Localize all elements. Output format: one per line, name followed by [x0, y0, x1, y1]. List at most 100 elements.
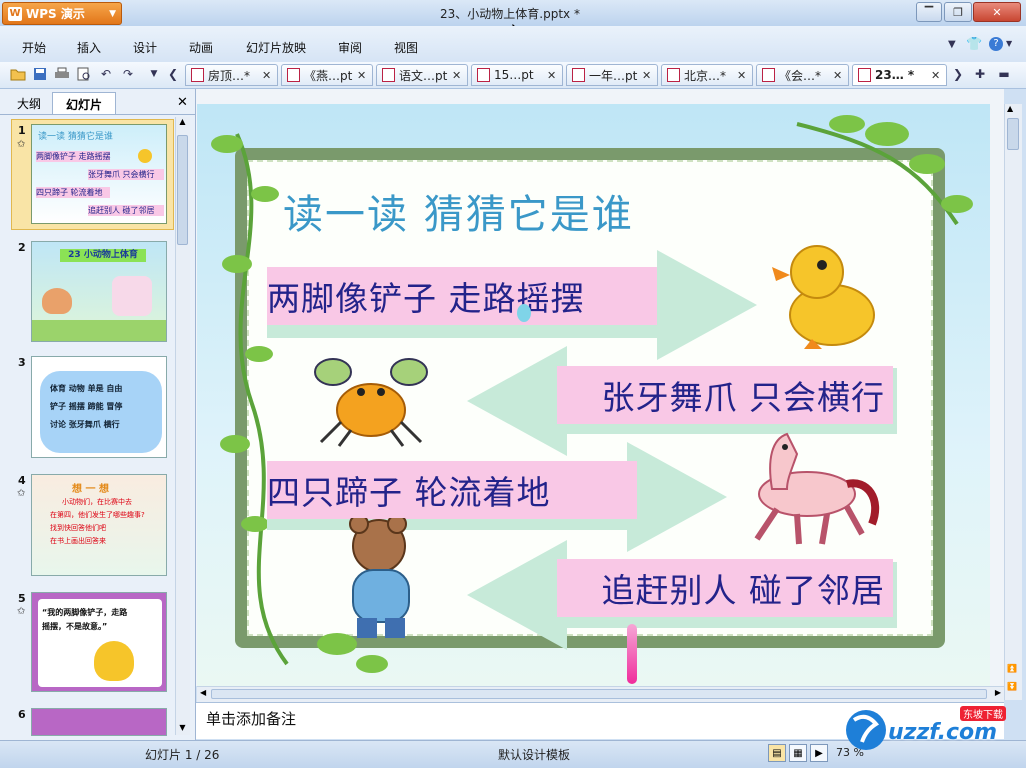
prev-slide-icon[interactable]: ⏫: [1007, 664, 1017, 673]
scroll-thumb[interactable]: [1007, 118, 1019, 150]
menu-home[interactable]: 开始: [22, 39, 46, 56]
tab-doc-6[interactable]: 北京…* ✕: [661, 64, 753, 86]
menu-animation[interactable]: 动画: [189, 39, 213, 56]
house-icon: [112, 276, 152, 316]
slide-number: 3: [18, 356, 26, 369]
site-watermark: 东坡下载 uzzf.com: [840, 702, 1020, 754]
slide-counter: 幻灯片 1 / 26: [145, 748, 220, 762]
slide-number: 2: [18, 241, 26, 254]
slide-thumbnail-2[interactable]: 23 小动物上体育: [31, 241, 167, 342]
tab-slides[interactable]: 幻灯片: [52, 92, 116, 115]
slide-thumbnail-4[interactable]: 想 一 想 小动物们，在比赛中去 在第四，他们发生了哪些趣事? 找到快回答他们吧…: [31, 474, 167, 576]
scroll-thumb[interactable]: [211, 689, 987, 699]
slide-thumbnail-5[interactable]: “我的两脚像铲子，走路 摇摆，不是故意。”: [31, 592, 167, 692]
ppt-file-icon: [762, 68, 775, 82]
redo-icon[interactable]: ↷: [120, 66, 136, 82]
tab-doc-active[interactable]: 23… * ✕: [852, 64, 947, 86]
scroll-up-icon[interactable]: ▲: [177, 117, 188, 129]
close-tab-icon[interactable]: ✕: [547, 69, 559, 82]
slide-number: 4: [18, 474, 26, 487]
menu-view[interactable]: 视图: [394, 39, 418, 56]
undo-icon[interactable]: ↶: [98, 66, 114, 82]
tab-scroll-left-icon[interactable]: ❮: [165, 66, 181, 82]
ppt-file-icon: [667, 68, 680, 82]
app-name: WPS 演示: [26, 7, 85, 21]
chevron-down-icon[interactable]: ▼: [948, 39, 956, 50]
slideshow-view-icon[interactable]: ▶: [810, 744, 828, 762]
ribbon-toggle-button[interactable]: ▔: [916, 2, 942, 22]
menu-slideshow[interactable]: 幻灯片放映: [246, 39, 306, 56]
panel-scrollbar[interactable]: ▲ ▼: [175, 117, 190, 735]
save-icon[interactable]: [32, 66, 48, 82]
app-menu-button[interactable]: W WPS 演示 ▼: [2, 2, 122, 25]
slide-vertical-scrollbar[interactable]: ▲ ⏫ ⏬: [1004, 104, 1022, 700]
bear-icon: [349, 518, 410, 638]
duck-icon: [94, 641, 134, 681]
slide-thumbnail-3[interactable]: 体育 动物 单是 自由 铲子 摇摆 蹄能 冒停 讨论 张牙舞爪 横行: [31, 356, 167, 458]
help-dropdown-icon[interactable]: ▼: [1006, 39, 1012, 48]
slide-number: 6: [18, 708, 26, 721]
customize-toolbar-icon[interactable]: ▼: [146, 66, 162, 82]
clue-line-3[interactable]: 四只蹄子 轮流着地: [267, 461, 637, 519]
print-preview-icon[interactable]: [76, 66, 92, 82]
normal-view-icon[interactable]: ▤: [768, 744, 786, 762]
slide-number: 5: [18, 592, 26, 605]
tab-doc-2[interactable]: 《燕…pt ✕: [281, 64, 373, 86]
watermark-tag: 东坡下载: [960, 706, 1006, 721]
scroll-thumb[interactable]: [177, 135, 188, 245]
tab-doc-3[interactable]: 语文…pt ✕: [376, 64, 468, 86]
next-slide-icon[interactable]: ⏬: [1007, 682, 1017, 691]
restore-button[interactable]: ❐: [944, 2, 972, 22]
slide-thumbnail-6[interactable]: [31, 708, 167, 736]
slide-thumbnail-1[interactable]: 读一读 猜猜它是谁 两脚像铲子 走路摇摆 张牙舞爪 只会横行 四只蹄子 轮流着地…: [31, 124, 167, 224]
tab-doc-5[interactable]: 一年…pt ✕: [566, 64, 658, 86]
scroll-left-icon[interactable]: ◀: [200, 688, 206, 697]
slide-sorter-icon[interactable]: ▦: [789, 744, 807, 762]
design-template[interactable]: 默认设计模板: [498, 746, 570, 763]
watermark-brand: uzzf.com: [888, 720, 998, 745]
open-folder-icon[interactable]: [10, 66, 26, 82]
notes-placeholder[interactable]: 单击添加备注: [206, 708, 296, 729]
mushroom-house-icon: [42, 288, 72, 314]
close-tab-icon[interactable]: ✕: [452, 69, 464, 82]
tab-doc-1[interactable]: 房顶…* ✕: [185, 64, 278, 86]
slide-canvas[interactable]: 读一读 猜猜它是谁 两脚像铲子 走路摇摆 张牙舞爪 只会横行 四只蹄子 轮流着地…: [197, 104, 990, 686]
close-tab-icon[interactable]: ✕: [357, 69, 369, 82]
menu-review[interactable]: 审阅: [338, 39, 362, 56]
grass-shape: [32, 320, 166, 341]
minus-icon[interactable]: ▬: [996, 66, 1012, 82]
ppt-file-icon: [477, 68, 490, 82]
tab-scroll-right-icon[interactable]: ❯: [950, 66, 966, 82]
tab-doc-4[interactable]: 15…pt ✕: [471, 64, 563, 86]
tab-outline[interactable]: 大纲: [8, 92, 50, 114]
close-tab-icon[interactable]: ✕: [642, 69, 654, 82]
ppt-file-icon: [382, 68, 395, 82]
slide-heading[interactable]: 读一读 猜猜它是谁: [283, 182, 634, 240]
close-window-button[interactable]: ✕: [973, 2, 1021, 22]
duck-icon: [138, 149, 152, 163]
skin-shirt-icon[interactable]: 👕: [966, 37, 982, 52]
animation-star-icon: ✩: [17, 139, 26, 150]
clue-line-1[interactable]: 两脚像铲子 走路摇摆: [267, 267, 657, 325]
ppt-file-icon: [287, 68, 300, 82]
scroll-up-icon[interactable]: ▲: [1007, 104, 1013, 113]
scroll-down-icon[interactable]: ▼: [177, 723, 188, 735]
close-tab-icon[interactable]: ✕: [833, 69, 845, 82]
tab-doc-7[interactable]: 《会…* ✕: [756, 64, 849, 86]
sparkle-shape: [517, 304, 531, 322]
close-tab-icon[interactable]: ✕: [262, 69, 274, 82]
close-tab-icon[interactable]: ✕: [931, 69, 943, 82]
menu-insert[interactable]: 插入: [77, 39, 101, 56]
new-tab-icon[interactable]: ✚: [972, 66, 988, 82]
close-tab-icon[interactable]: ✕: [737, 69, 749, 82]
scroll-right-icon[interactable]: ▶: [995, 688, 1001, 697]
clue-line-2[interactable]: 张牙舞爪 只会横行: [557, 366, 893, 424]
close-panel-icon[interactable]: ✕: [177, 95, 188, 110]
clue-line-4[interactable]: 追赶别人 碰了邻居: [557, 559, 893, 617]
help-icon[interactable]: ?: [989, 37, 1003, 51]
chevron-down-icon: ▼: [109, 8, 116, 19]
print-icon[interactable]: [54, 66, 70, 82]
ppt-file-icon: [858, 68, 871, 82]
slide-horizontal-scrollbar[interactable]: ◀ ▶: [197, 686, 1004, 702]
menu-design[interactable]: 设计: [133, 39, 157, 56]
